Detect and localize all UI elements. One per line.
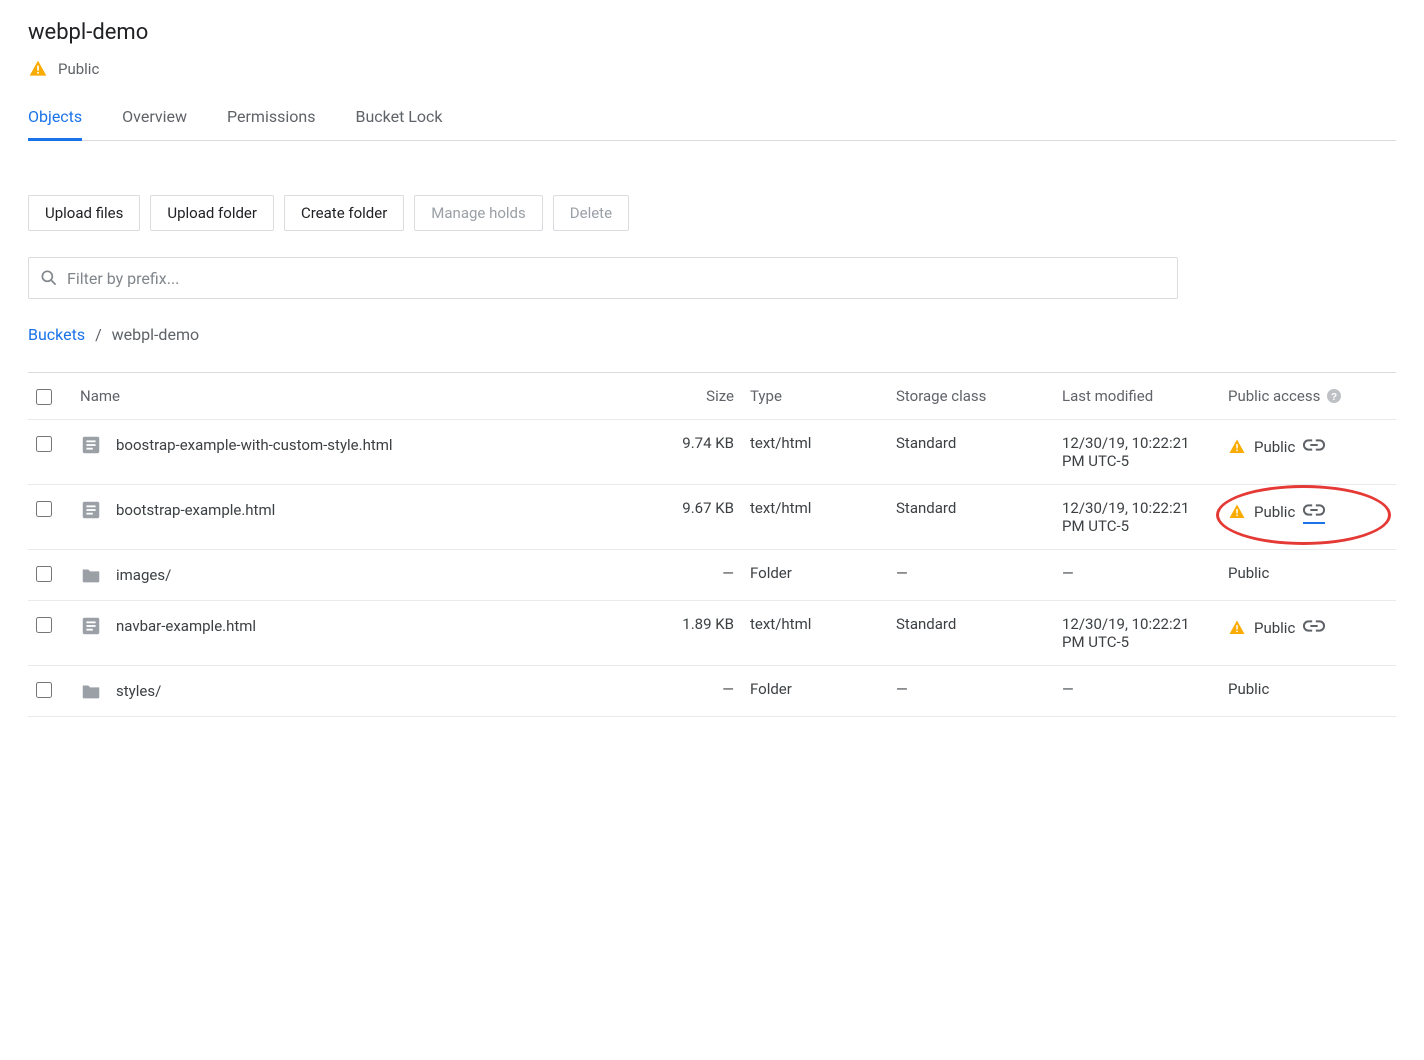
tabs: Objects Overview Permissions Bucket Lock [28,97,1396,141]
cell-access: Public [1228,564,1269,582]
tab-objects[interactable]: Objects [28,97,82,141]
delete-button: Delete [553,195,629,231]
public-link-button[interactable] [1303,615,1325,641]
public-link-button[interactable] [1303,434,1325,460]
warning-icon [1228,503,1246,521]
warning-icon [1228,438,1246,456]
breadcrumb-root[interactable]: Buckets [28,325,85,344]
objects-table: Name Size Type Storage class Last modifi… [28,372,1396,717]
bucket-access-label: Public [58,60,99,78]
cell-type: text/html [750,434,811,452]
cell-storage: Standard [896,499,956,517]
cell-modified: — [1062,680,1074,698]
cell-storage: Standard [896,615,956,633]
create-folder-button[interactable]: Create folder [284,195,404,231]
col-header-modified[interactable]: Last modified [1062,387,1153,405]
toolbar: Upload files Upload folder Create folder Ma… [28,195,1396,231]
object-name[interactable]: images/ [116,566,171,584]
filter-box[interactable] [28,257,1178,299]
object-name[interactable]: boostrap-example-with-custom-style.html [116,436,393,454]
cell-type: Folder [750,564,792,582]
cell-size: 9.74 KB [682,434,734,452]
cell-type: text/html [750,615,811,633]
cell-size: — [722,564,734,582]
table-header-row: Name Size Type Storage class Last modifi… [28,373,1396,420]
link-icon [1303,499,1325,521]
object-name[interactable]: styles/ [116,682,161,700]
cell-access: Public [1254,438,1295,456]
filter-input[interactable] [59,263,1167,294]
row-checkbox[interactable] [36,617,52,633]
table-row[interactable]: boostrap-example-with-custom-style.html 9… [28,420,1396,485]
table-row[interactable]: styles/ — Folder — — Public [28,666,1396,717]
cell-storage: — [896,564,908,582]
cell-size: — [722,680,734,698]
col-header-size[interactable]: Size [706,387,734,405]
tab-permissions[interactable]: Permissions [227,97,315,141]
warning-icon [1228,619,1246,637]
object-name[interactable]: navbar-example.html [116,617,256,635]
warning-icon [28,59,48,79]
table-row[interactable]: bootstrap-example.html 9.67 KB text/html St… [28,485,1396,550]
help-icon[interactable] [1326,388,1342,404]
cell-access: Public [1254,619,1295,637]
object-name[interactable]: bootstrap-example.html [116,501,275,519]
link-icon [1303,434,1325,456]
tab-bucket-lock[interactable]: Bucket Lock [355,97,442,141]
col-header-type[interactable]: Type [750,387,782,405]
link-icon [1303,615,1325,637]
col-header-name[interactable]: Name [80,387,120,405]
row-checkbox[interactable] [36,682,52,698]
cell-access: Public [1254,503,1295,521]
public-link-button[interactable] [1303,499,1325,524]
table-row[interactable]: navbar-example.html 1.89 KB text/html Stand… [28,601,1396,666]
col-header-storage[interactable]: Storage class [896,387,986,405]
cell-modified: 12/30/19, 10:22:21 PM UTC-5 [1062,499,1189,535]
row-checkbox[interactable] [36,436,52,452]
upload-files-button[interactable]: Upload files [28,195,140,231]
cell-modified: — [1062,564,1074,582]
upload-folder-button[interactable]: Upload folder [150,195,274,231]
breadcrumb-separator: / [95,325,102,344]
folder-icon [80,564,102,586]
bucket-access-indicator: Public [28,59,1396,79]
page-title: webpl-demo [28,20,1396,45]
tab-overview[interactable]: Overview [122,97,187,141]
cell-type: Folder [750,680,792,698]
row-checkbox[interactable] [36,566,52,582]
folder-icon [80,680,102,702]
breadcrumb: Buckets / webpl-demo [28,325,1396,344]
cell-storage: — [896,680,908,698]
file-icon [80,434,102,456]
search-icon [39,268,59,288]
cell-modified: 12/30/19, 10:22:21 PM UTC-5 [1062,615,1189,651]
select-all-checkbox[interactable] [36,389,52,405]
manage-holds-button: Manage holds [414,195,542,231]
row-checkbox[interactable] [36,501,52,517]
cell-size: 9.67 KB [682,499,734,517]
col-header-access[interactable]: Public access [1228,387,1320,405]
file-icon [80,615,102,637]
table-row[interactable]: images/ — Folder — — Public [28,550,1396,601]
breadcrumb-current: webpl-demo [112,325,199,344]
cell-modified: 12/30/19, 10:22:21 PM UTC-5 [1062,434,1189,470]
cell-access: Public [1228,680,1269,698]
file-icon [80,499,102,521]
cell-size: 1.89 KB [682,615,734,633]
cell-storage: Standard [896,434,956,452]
cell-type: text/html [750,499,811,517]
